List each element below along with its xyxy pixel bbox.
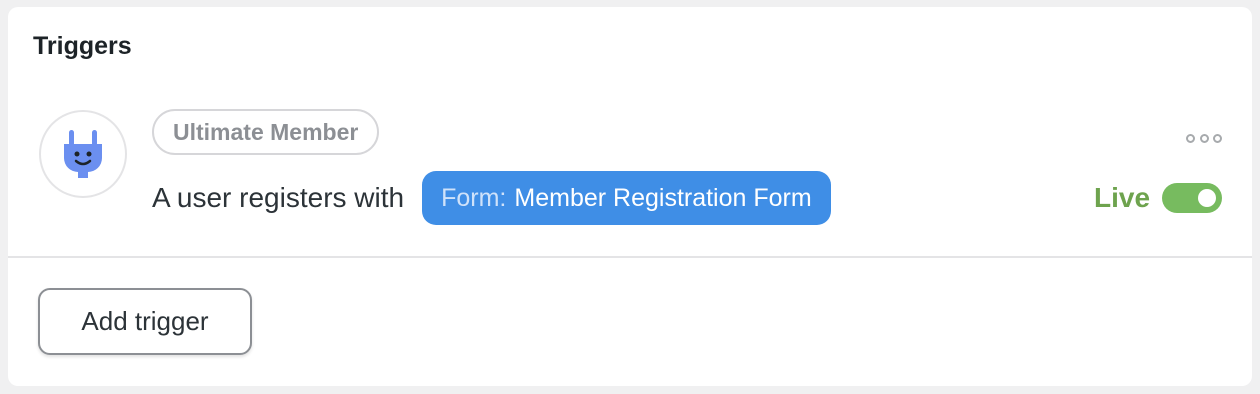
trigger-sentence-text: A user registers with bbox=[152, 182, 405, 213]
trigger-sentence: A user registers with Form: Member Regis… bbox=[152, 170, 831, 226]
status-label: Live bbox=[1094, 182, 1151, 213]
form-token[interactable]: Form: Member Registration Form bbox=[422, 171, 831, 225]
divider bbox=[8, 256, 1252, 258]
triggers-panel: Triggers Ultimate Member A user register… bbox=[8, 7, 1252, 386]
form-token-label: Form: bbox=[441, 183, 507, 212]
form-token-value: Member Registration Form bbox=[514, 183, 812, 212]
more-dot bbox=[1199, 133, 1209, 143]
toggle-knob bbox=[1198, 189, 1216, 207]
panel-title: Triggers bbox=[33, 32, 132, 60]
more-horizontal-icon[interactable] bbox=[1186, 127, 1222, 149]
integration-name-tag: Ultimate Member bbox=[152, 109, 380, 155]
add-trigger-button[interactable]: Add trigger bbox=[38, 288, 252, 355]
more-dot bbox=[1213, 133, 1222, 143]
plug-icon bbox=[39, 110, 127, 198]
live-toggle[interactable] bbox=[1162, 183, 1222, 213]
trigger-item[interactable]: Ultimate Member A user registers with Fo… bbox=[8, 97, 1252, 257]
more-dot bbox=[1186, 133, 1195, 143]
